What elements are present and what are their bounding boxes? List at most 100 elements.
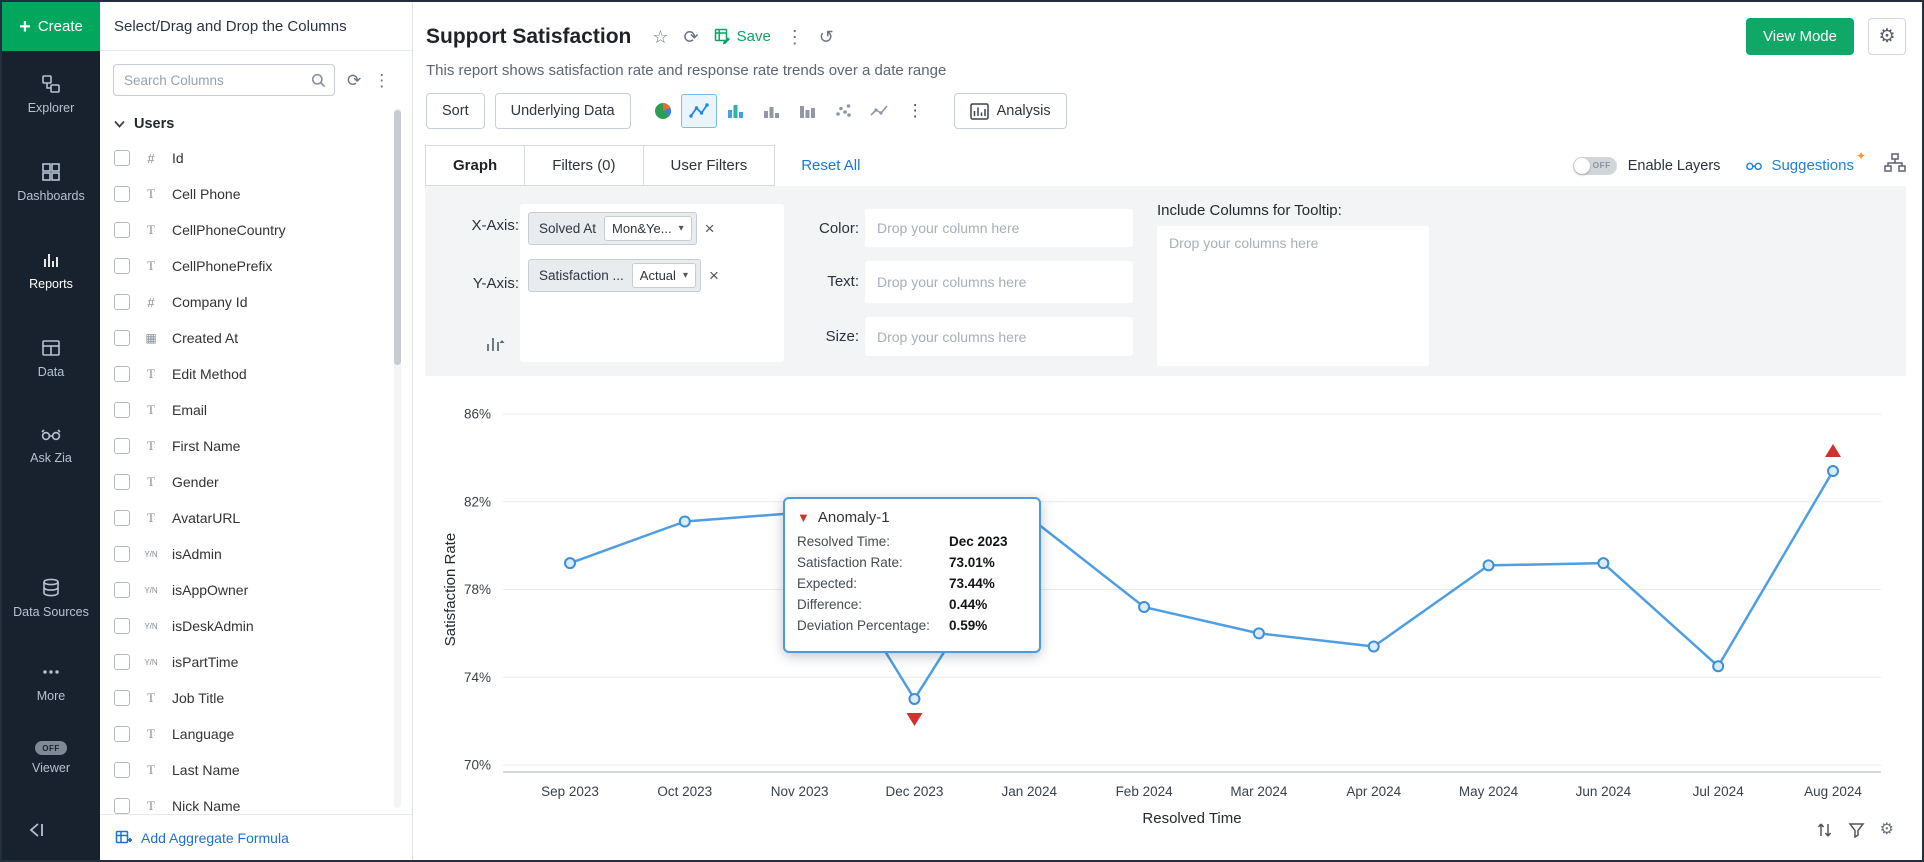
column-row[interactable]: T CellPhonePrefix xyxy=(114,248,412,284)
add-aggregate-formula-button[interactable]: Add Aggregate Formula xyxy=(100,814,412,860)
search-columns-input[interactable] xyxy=(124,73,311,88)
column-checkbox[interactable] xyxy=(114,474,130,490)
settings-gear-button[interactable]: ⚙ xyxy=(1868,18,1906,55)
size-drop-zone[interactable]: Drop your columns here xyxy=(865,317,1133,356)
axis-style-button[interactable] xyxy=(483,332,507,361)
combo-chart-type-button[interactable] xyxy=(861,94,897,128)
column-row[interactable]: Y/N isDeskAdmin xyxy=(114,608,412,644)
pie-chart-type-button[interactable] xyxy=(645,94,681,128)
column-row[interactable]: T Edit Method xyxy=(114,356,412,392)
column-checkbox[interactable] xyxy=(114,618,130,634)
suggestions-button[interactable]: Suggestions ✦ xyxy=(1744,157,1854,174)
line-chart-type-button[interactable] xyxy=(681,94,717,128)
reset-all-link[interactable]: Reset All xyxy=(801,157,860,174)
viewer-off-toggle[interactable]: OFF xyxy=(35,741,67,755)
column-row[interactable]: T AvatarURL xyxy=(114,500,412,536)
filter-funnel-icon[interactable] xyxy=(1848,822,1865,838)
columns-menu-kebab-icon[interactable]: ⋮ xyxy=(373,72,390,89)
sidebar-item-dashboards[interactable]: Dashboards xyxy=(5,161,97,203)
tab-user-filters[interactable]: User Filters xyxy=(643,145,776,186)
column-chart-type-button[interactable] xyxy=(753,94,789,128)
sidebar-item-explorer[interactable]: Explorer xyxy=(5,73,97,115)
columns-scrollbar[interactable] xyxy=(394,108,401,808)
column-checkbox[interactable] xyxy=(114,330,130,346)
refresh-report-icon[interactable]: ⟳ xyxy=(684,28,699,46)
chart-settings-gear-icon[interactable]: ⚙ xyxy=(1880,822,1894,838)
column-row[interactable]: # Company Id xyxy=(114,284,412,320)
stacked-chart-type-button[interactable] xyxy=(789,94,825,128)
tab-filters[interactable]: Filters (0) xyxy=(524,145,643,186)
sidebar-item-viewer[interactable]: OFF Viewer xyxy=(5,741,97,775)
column-row[interactable]: T Last Name xyxy=(114,752,412,788)
column-checkbox[interactable] xyxy=(114,654,130,670)
column-row[interactable]: T Job Title xyxy=(114,680,412,716)
favorite-star-icon[interactable]: ☆ xyxy=(652,28,668,46)
more-chart-types-kebab-icon[interactable]: ⋮ xyxy=(897,101,934,121)
table-section-users[interactable]: Users xyxy=(100,104,412,140)
column-row[interactable]: Y/N isPartTime xyxy=(114,644,412,680)
refresh-columns-icon[interactable]: ⟳ xyxy=(347,72,361,89)
column-checkbox[interactable] xyxy=(114,690,130,706)
column-checkbox[interactable] xyxy=(114,798,130,814)
column-checkbox[interactable] xyxy=(114,294,130,310)
create-button[interactable]: + Create xyxy=(2,2,100,51)
column-checkbox[interactable] xyxy=(114,258,130,274)
columns-scrollbar-thumb[interactable] xyxy=(394,110,401,365)
column-checkbox[interactable] xyxy=(114,366,130,382)
scatter-chart-type-button[interactable] xyxy=(825,94,861,128)
column-checkbox[interactable] xyxy=(114,510,130,526)
y-axis-aggregate-dropdown[interactable]: Actual ▾ xyxy=(632,263,696,288)
sidebar-item-more[interactable]: More xyxy=(5,661,97,703)
y-axis-column-chip[interactable]: Satisfaction ... Actual ▾ xyxy=(528,259,701,292)
search-columns-box[interactable] xyxy=(113,64,335,96)
sidebar-item-ask-zia[interactable]: Ask Zia xyxy=(5,425,97,465)
text-drop-zone[interactable]: Drop your columns here xyxy=(865,261,1133,303)
hierarchy-view-button[interactable] xyxy=(1884,153,1906,178)
sidebar-item-data-sources[interactable]: Data Sources xyxy=(5,577,97,619)
sidebar-item-reports[interactable]: Reports xyxy=(5,249,97,291)
column-row[interactable]: # Id xyxy=(114,140,412,176)
undo-icon[interactable]: ↺ xyxy=(819,28,834,46)
analysis-button[interactable]: Analysis xyxy=(954,93,1067,129)
sidebar-item-data[interactable]: Data xyxy=(5,337,97,379)
column-checkbox[interactable] xyxy=(114,186,130,202)
enable-layers-toggle[interactable]: OFF xyxy=(1573,157,1617,175)
axes-drop-zone[interactable]: Solved At Mon&Ye... ▾ × Satisfaction ...… xyxy=(520,204,784,362)
remove-y-axis-icon[interactable]: × xyxy=(709,267,719,284)
column-checkbox[interactable] xyxy=(114,402,130,418)
chart-canvas[interactable]: 70%74%78%82%86%Sep 2023Oct 2023Nov 2023D… xyxy=(443,404,1906,834)
satisfaction-line-chart[interactable]: 70%74%78%82%86%Sep 2023Oct 2023Nov 2023D… xyxy=(443,404,1908,834)
column-row[interactable]: T Cell Phone xyxy=(114,176,412,212)
collapse-sidebar-button[interactable] xyxy=(24,821,46,844)
save-button[interactable]: Save xyxy=(714,28,771,45)
column-row[interactable]: T First Name xyxy=(114,428,412,464)
enable-layers-label: Enable Layers xyxy=(1628,158,1721,174)
column-checkbox[interactable] xyxy=(114,582,130,598)
column-row[interactable]: T CellPhoneCountry xyxy=(114,212,412,248)
column-checkbox[interactable] xyxy=(114,150,130,166)
column-row[interactable]: T Gender xyxy=(114,464,412,500)
sort-button[interactable]: Sort xyxy=(426,93,485,129)
column-row[interactable]: T Email xyxy=(114,392,412,428)
tooltip-columns-drop-zone[interactable]: Drop your columns here xyxy=(1157,226,1429,366)
column-checkbox[interactable] xyxy=(114,726,130,742)
column-row[interactable]: T Nick Name xyxy=(114,788,412,814)
column-checkbox[interactable] xyxy=(114,546,130,562)
column-checkbox[interactable] xyxy=(114,762,130,778)
sort-order-icon[interactable] xyxy=(1816,822,1833,838)
x-axis-period-dropdown[interactable]: Mon&Ye... ▾ xyxy=(604,216,692,241)
bar-chart-type-button[interactable] xyxy=(717,94,753,128)
column-row[interactable]: T Language xyxy=(114,716,412,752)
underlying-data-button[interactable]: Underlying Data xyxy=(495,93,631,129)
report-kebab-icon[interactable]: ⋮ xyxy=(786,28,804,46)
color-drop-zone[interactable]: Drop your column here xyxy=(865,209,1133,247)
column-row[interactable]: ▦ Created At xyxy=(114,320,412,356)
column-row[interactable]: Y/N isAppOwner xyxy=(114,572,412,608)
column-row[interactable]: Y/N isAdmin xyxy=(114,536,412,572)
view-mode-button[interactable]: View Mode xyxy=(1746,18,1854,55)
tab-graph[interactable]: Graph xyxy=(425,145,525,186)
column-checkbox[interactable] xyxy=(114,222,130,238)
column-checkbox[interactable] xyxy=(114,438,130,454)
x-axis-column-chip[interactable]: Solved At Mon&Ye... ▾ xyxy=(528,212,697,245)
remove-x-axis-icon[interactable]: × xyxy=(705,220,715,237)
